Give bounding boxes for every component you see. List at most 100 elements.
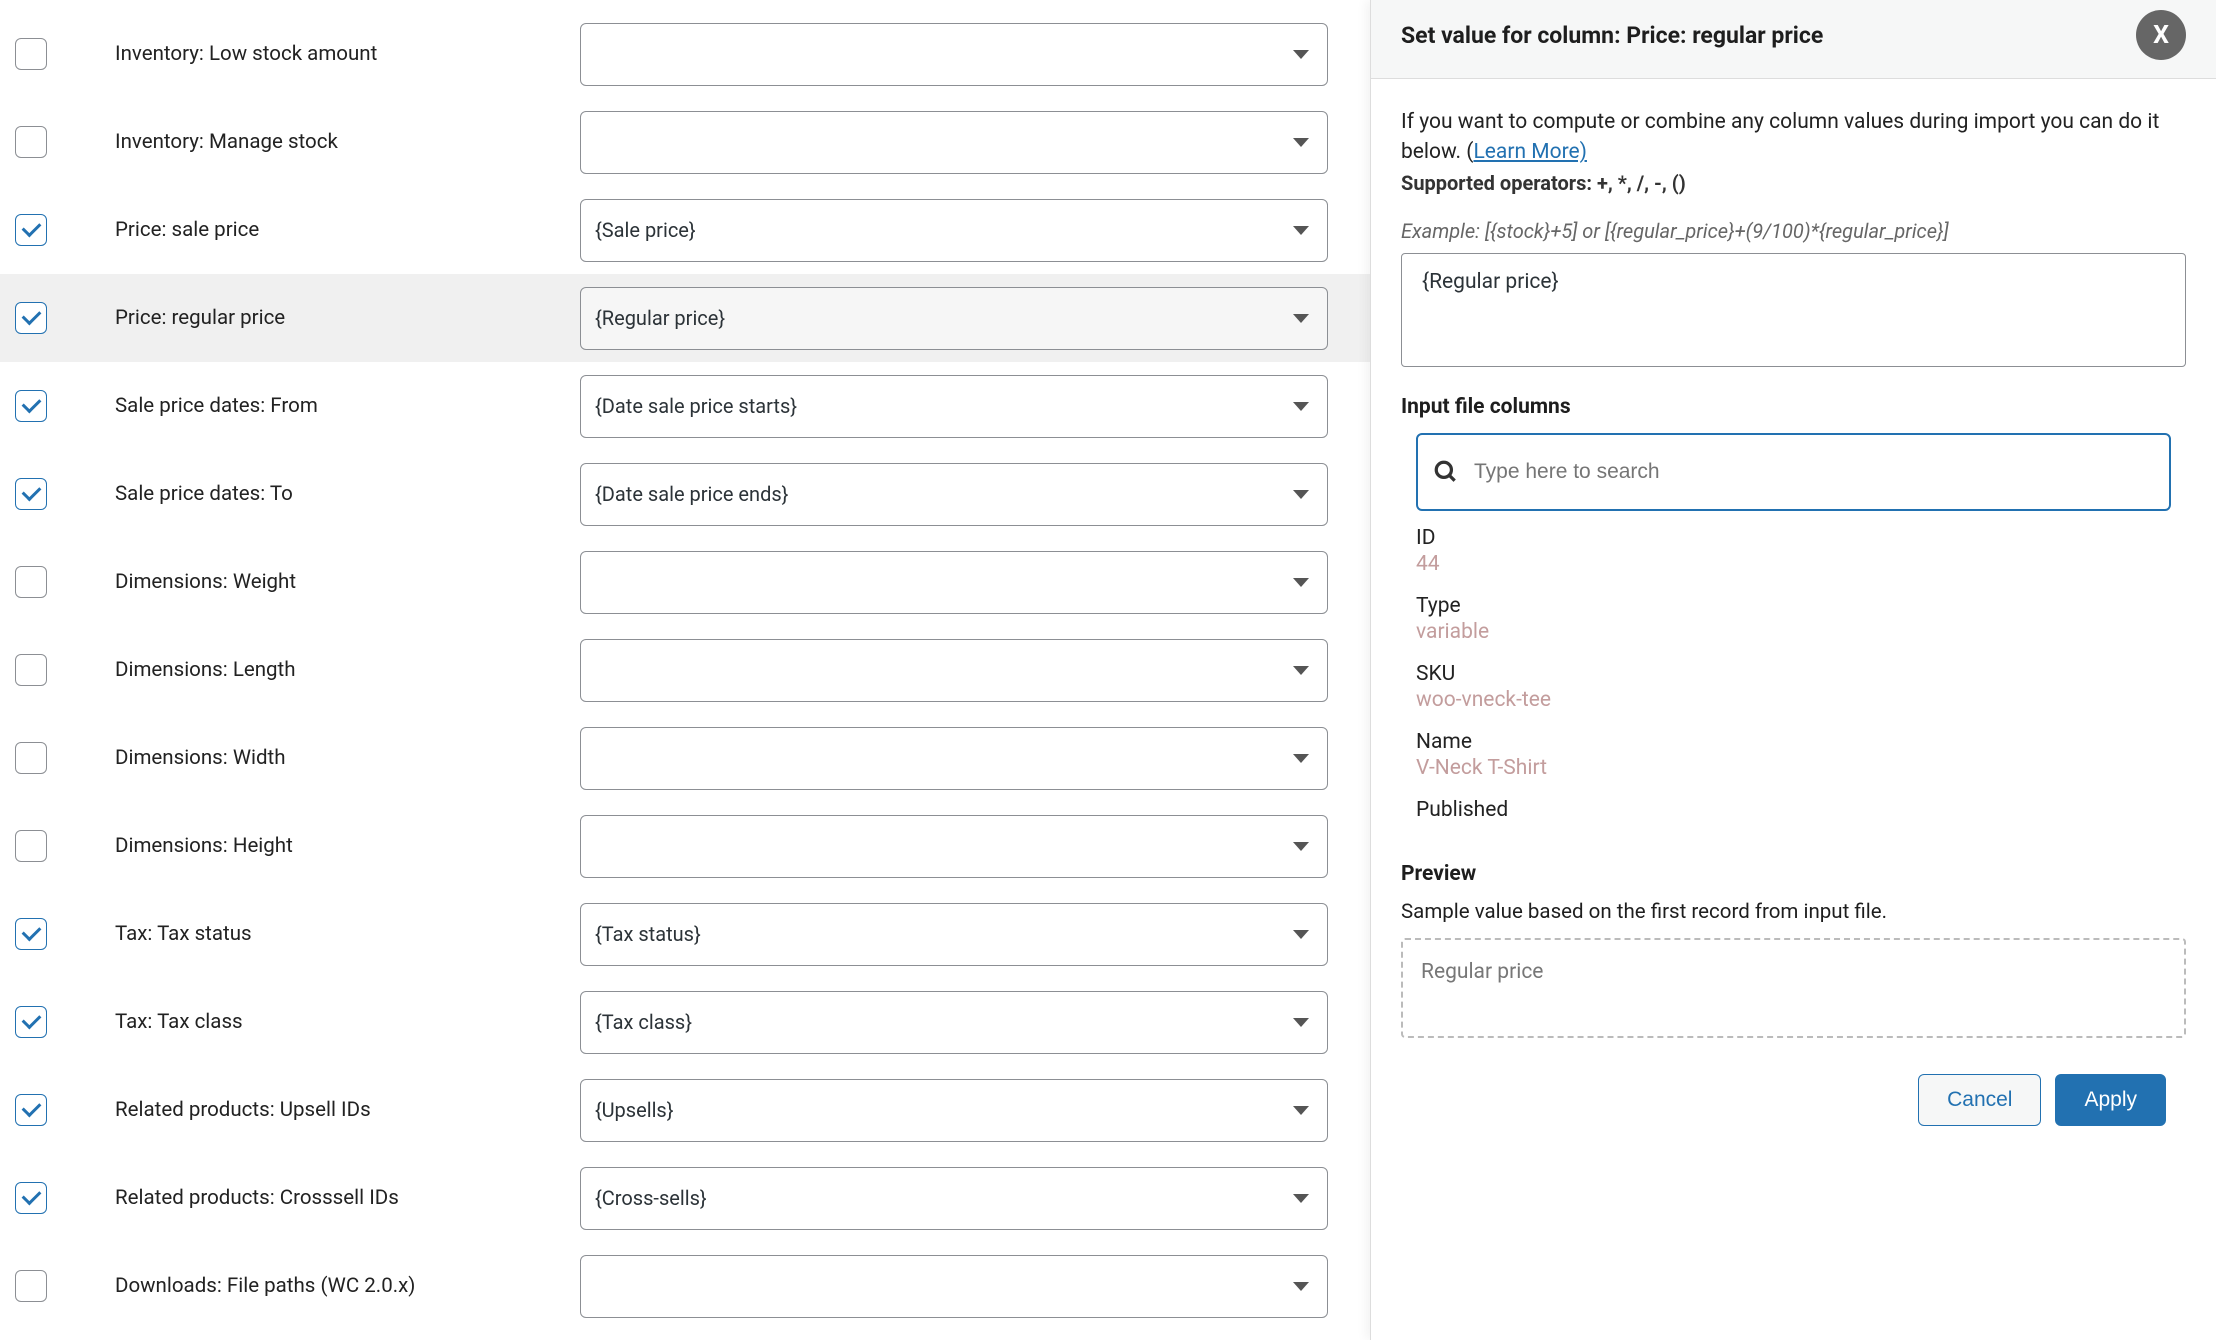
mapping-row: Sale price dates: To{Date sale price end… xyxy=(0,450,1370,538)
column-dropdown[interactable]: {Cross-sells} xyxy=(580,1167,1328,1230)
row-label: Inventory: Low stock amount xyxy=(115,42,580,66)
column-key: ID xyxy=(1416,526,2171,550)
cancel-button[interactable]: Cancel xyxy=(1918,1074,2041,1126)
row-checkbox[interactable] xyxy=(15,214,47,246)
row-label: Dimensions: Length xyxy=(115,658,580,682)
row-label: Sale price dates: To xyxy=(115,482,580,506)
dropdown-value: {Cross-sells} xyxy=(595,1186,707,1210)
supported-operators: Supported operators: +, *, /, -, () xyxy=(1401,171,2186,195)
row-checkbox[interactable] xyxy=(15,126,47,158)
expression-input[interactable] xyxy=(1401,253,2186,367)
mapping-row: Downloads: File paths (WC 2.0.x) xyxy=(0,1242,1370,1330)
row-label: Price: sale price xyxy=(115,218,580,242)
mapping-row: Dimensions: Length xyxy=(0,626,1370,714)
row-checkbox[interactable] xyxy=(15,1094,47,1126)
mapping-row: Inventory: Low stock amount xyxy=(0,10,1370,98)
mapping-row: Tax: Tax status {Tax status} xyxy=(0,890,1370,978)
row-checkbox[interactable] xyxy=(15,1182,47,1214)
row-checkbox[interactable] xyxy=(15,478,47,510)
row-checkbox[interactable] xyxy=(15,38,47,70)
dropdown-value: {Tax class} xyxy=(595,1010,692,1034)
column-dropdown[interactable]: {Sale price} xyxy=(580,199,1328,262)
column-dropdown[interactable] xyxy=(580,727,1328,790)
row-label: Related products: Crosssell IDs xyxy=(115,1186,580,1210)
column-dropdown[interactable] xyxy=(580,111,1328,174)
row-label: Dimensions: Height xyxy=(115,834,580,858)
chevron-down-icon xyxy=(1293,842,1309,851)
chevron-down-icon xyxy=(1293,314,1309,323)
column-item[interactable]: SKUwoo-vneck-tee xyxy=(1416,662,2171,712)
search-icon xyxy=(1433,459,1459,485)
mapping-row: Dimensions: Weight xyxy=(0,538,1370,626)
column-item[interactable]: ID44 xyxy=(1416,526,2171,576)
column-item[interactable]: NameV-Neck T-Shirt xyxy=(1416,730,2171,780)
mapping-row: Sale price dates: From {Date sale price s… xyxy=(0,362,1370,450)
row-checkbox[interactable] xyxy=(15,830,47,862)
row-checkbox[interactable] xyxy=(15,390,47,422)
chevron-down-icon xyxy=(1293,1194,1309,1203)
column-dropdown[interactable]: {Tax class} xyxy=(580,991,1328,1054)
column-value: woo-vneck-tee xyxy=(1416,688,2171,712)
row-label: Dimensions: Weight xyxy=(115,570,580,594)
row-checkbox[interactable] xyxy=(15,742,47,774)
column-item[interactable]: Published xyxy=(1416,798,2171,822)
column-dropdown[interactable]: {Date sale price starts} xyxy=(580,375,1328,438)
chevron-down-icon xyxy=(1293,666,1309,675)
column-item[interactable]: Typevariable xyxy=(1416,594,2171,644)
chevron-down-icon xyxy=(1293,1282,1309,1291)
column-dropdown[interactable] xyxy=(580,639,1328,702)
column-dropdown[interactable]: {Date sale price ends} xyxy=(580,463,1328,526)
chevron-down-icon xyxy=(1293,138,1309,147)
chevron-down-icon xyxy=(1293,1018,1309,1027)
row-checkbox[interactable] xyxy=(15,1006,47,1038)
mapping-row: Tax: Tax class{Tax class} xyxy=(0,978,1370,1066)
panel-title: Set value for column: Price: regular pri… xyxy=(1401,22,1823,49)
column-dropdown[interactable]: {Tax status} xyxy=(580,903,1328,966)
chevron-down-icon xyxy=(1293,402,1309,411)
row-label: Sale price dates: From xyxy=(115,394,580,418)
column-key: SKU xyxy=(1416,662,2171,686)
intro-text: If you want to compute or combine any co… xyxy=(1401,107,2186,168)
preview-box: Regular price xyxy=(1401,938,2186,1038)
mapping-table: Inventory: Low stock amount Inventory: Ma… xyxy=(0,0,1370,1340)
column-dropdown[interactable] xyxy=(580,23,1328,86)
learn-more-link[interactable]: Learn More) xyxy=(1473,140,1586,164)
column-dropdown[interactable]: {Upsells} xyxy=(580,1079,1328,1142)
row-label: Inventory: Manage stock xyxy=(115,130,580,154)
column-dropdown[interactable] xyxy=(580,815,1328,878)
row-label: Dimensions: Width xyxy=(115,746,580,770)
mapping-row: Inventory: Manage stock xyxy=(0,98,1370,186)
mapping-row: Dimensions: Height xyxy=(0,802,1370,890)
row-checkbox[interactable] xyxy=(15,918,47,950)
mapping-row: Price: regular price {Regular price} xyxy=(0,274,1370,362)
chevron-down-icon xyxy=(1293,50,1309,59)
dropdown-value: {Upsells} xyxy=(595,1098,674,1122)
preview-label: Preview xyxy=(1401,862,2186,886)
column-key: Name xyxy=(1416,730,2171,754)
column-dropdown[interactable] xyxy=(580,1255,1328,1318)
row-label: Price: regular price xyxy=(115,306,580,330)
input-columns-label: Input file columns xyxy=(1401,395,2186,419)
row-label: Tax: Tax status xyxy=(115,922,580,946)
panel-header: Set value for column: Price: regular pri… xyxy=(1371,0,2216,79)
column-value: 44 xyxy=(1416,552,2171,576)
close-button[interactable]: X xyxy=(2136,10,2186,60)
search-input[interactable] xyxy=(1474,460,2154,484)
chevron-down-icon xyxy=(1293,578,1309,587)
column-dropdown[interactable]: {Regular price} xyxy=(580,287,1328,350)
row-checkbox[interactable] xyxy=(15,654,47,686)
chevron-down-icon xyxy=(1293,226,1309,235)
row-checkbox[interactable] xyxy=(15,302,47,334)
column-dropdown[interactable] xyxy=(580,551,1328,614)
apply-button[interactable]: Apply xyxy=(2055,1074,2166,1126)
row-label: Related products: Upsell IDs xyxy=(115,1098,580,1122)
dropdown-value: {Regular price} xyxy=(595,306,725,330)
column-value: V-Neck T-Shirt xyxy=(1416,756,2171,780)
dropdown-value: {Date sale price starts} xyxy=(595,394,797,418)
dropdown-value: {Tax status} xyxy=(595,922,701,946)
side-panel: Set value for column: Price: regular pri… xyxy=(1370,0,2216,1340)
row-checkbox[interactable] xyxy=(15,566,47,598)
row-checkbox[interactable] xyxy=(15,1270,47,1302)
mapping-row: Related products: Crosssell IDs {Cross-se… xyxy=(0,1154,1370,1242)
preview-description: Sample value based on the first record f… xyxy=(1401,900,2186,924)
